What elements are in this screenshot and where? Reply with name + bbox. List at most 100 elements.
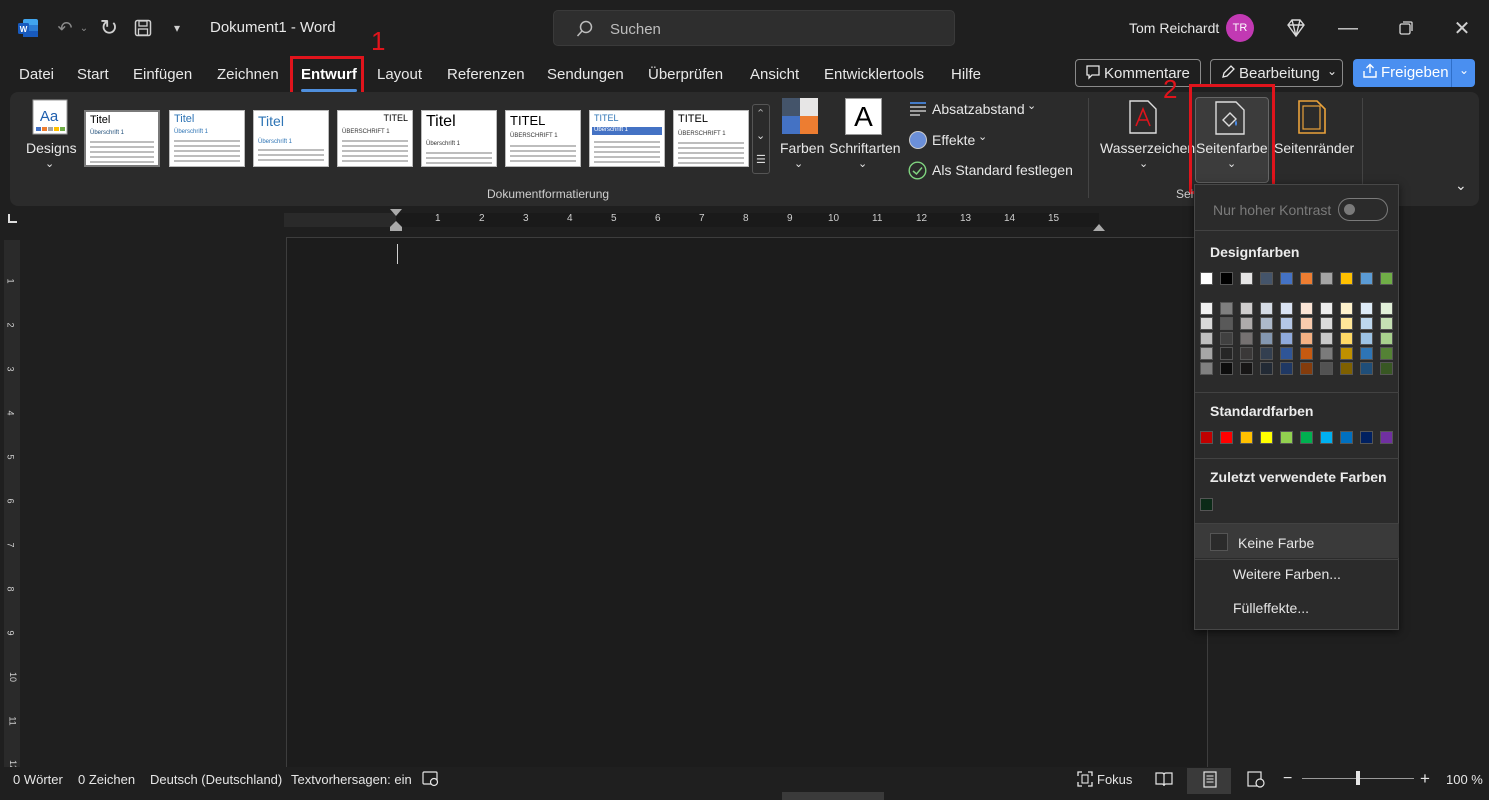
colors-button[interactable]: Farben: [780, 140, 824, 156]
theme-color-swatch[interactable]: [1300, 272, 1313, 285]
share-dropdown-icon[interactable]: ⌄: [1459, 63, 1469, 77]
theme-shade-swatch[interactable]: [1320, 317, 1333, 330]
editing-mode-button[interactable]: Bearbeitung ⌄: [1210, 59, 1343, 87]
theme-shade-swatch[interactable]: [1320, 302, 1333, 315]
theme-color-swatch[interactable]: [1220, 272, 1233, 285]
standard-color-swatch[interactable]: [1340, 431, 1353, 444]
effects-chevron-icon[interactable]: ⌄: [978, 130, 987, 143]
page-borders-button[interactable]: Seitenränder: [1274, 140, 1354, 156]
theme-shade-swatch[interactable]: [1200, 332, 1213, 345]
standard-color-swatch[interactable]: [1220, 431, 1233, 444]
character-count[interactable]: 0 Zeichen: [78, 772, 135, 787]
standard-color-swatch[interactable]: [1240, 431, 1253, 444]
theme-shade-swatch[interactable]: [1280, 317, 1293, 330]
set-as-default-button[interactable]: Als Standard festlegen: [932, 162, 1073, 178]
theme-shade-swatch[interactable]: [1220, 302, 1233, 315]
theme-color-swatch[interactable]: [1360, 272, 1373, 285]
style-gallery-item[interactable]: Titel Überschrift 1: [84, 110, 160, 167]
theme-shade-swatch[interactable]: [1220, 347, 1233, 360]
theme-shade-swatch[interactable]: [1300, 347, 1313, 360]
theme-shade-swatch[interactable]: [1360, 317, 1373, 330]
theme-shade-swatch[interactable]: [1280, 302, 1293, 315]
watermark-button[interactable]: Wasserzeichen: [1100, 140, 1195, 156]
language-indicator[interactable]: Deutsch (Deutschland): [150, 772, 282, 787]
tab-layout[interactable]: Layout: [377, 66, 422, 88]
tab-ansicht[interactable]: Ansicht: [750, 66, 799, 88]
recent-color-swatch[interactable]: [1200, 498, 1213, 511]
standard-color-swatch[interactable]: [1200, 431, 1213, 444]
effects-button[interactable]: Effekte: [932, 132, 975, 148]
paragraph-spacing-chevron-icon[interactable]: ⌄: [1027, 99, 1036, 112]
style-gallery-item[interactable]: Titel Überschrift 1: [169, 110, 245, 167]
theme-shade-swatch[interactable]: [1200, 347, 1213, 360]
share-button[interactable]: Freigeben ⌄: [1353, 59, 1475, 87]
theme-shade-swatch[interactable]: [1340, 362, 1353, 375]
no-color-item[interactable]: Keine Farbe: [1195, 524, 1399, 558]
web-layout-icon[interactable]: [1247, 771, 1265, 791]
zoom-out-icon[interactable]: −: [1283, 770, 1292, 788]
fonts-chevron-icon[interactable]: ⌄: [858, 157, 867, 170]
theme-shade-swatch[interactable]: [1380, 302, 1393, 315]
restore-icon[interactable]: [1394, 16, 1418, 40]
theme-shade-swatch[interactable]: [1360, 302, 1373, 315]
gallery-scroll-up-icon[interactable]: ⌃: [756, 107, 765, 120]
focus-icon[interactable]: [1077, 771, 1093, 790]
theme-shade-swatch[interactable]: [1260, 362, 1273, 375]
standard-color-swatch[interactable]: [1360, 431, 1373, 444]
theme-shade-swatch[interactable]: [1240, 347, 1253, 360]
tab-sendungen[interactable]: Sendungen: [547, 66, 624, 88]
theme-color-swatch[interactable]: [1260, 272, 1273, 285]
indent-marker-icon[interactable]: [389, 208, 403, 237]
style-gallery-item[interactable]: Titel Überschrift 1: [421, 110, 497, 167]
tab-entwicklertools[interactable]: Entwicklertools: [824, 66, 924, 88]
theme-shade-swatch[interactable]: [1260, 332, 1273, 345]
style-gallery-item[interactable]: TITEL Überschrift 1: [589, 110, 665, 167]
standard-color-swatch[interactable]: [1300, 431, 1313, 444]
minimize-icon[interactable]: —: [1336, 16, 1360, 40]
paragraph-spacing-button[interactable]: Absatzabstand: [932, 101, 1025, 117]
customize-toolbar-icon[interactable]: ▾: [168, 16, 186, 40]
zoom-level[interactable]: 100 %: [1446, 772, 1483, 787]
standard-color-swatch[interactable]: [1260, 431, 1273, 444]
theme-shade-swatch[interactable]: [1340, 332, 1353, 345]
theme-shade-swatch[interactable]: [1220, 317, 1233, 330]
theme-shade-swatch[interactable]: [1380, 332, 1393, 345]
gallery-scroll-down-icon[interactable]: ⌄: [756, 129, 765, 142]
right-indent-marker-icon[interactable]: [1092, 219, 1106, 237]
theme-color-swatch[interactable]: [1240, 272, 1253, 285]
style-gallery-item[interactable]: Titel Überschrift 1: [253, 110, 329, 167]
theme-color-swatch[interactable]: [1380, 272, 1393, 285]
zoom-slider-thumb[interactable]: [1356, 771, 1360, 785]
theme-shade-swatch[interactable]: [1380, 317, 1393, 330]
theme-shade-swatch[interactable]: [1340, 317, 1353, 330]
redo-icon[interactable]: ↻: [97, 15, 121, 40]
theme-color-swatch[interactable]: [1340, 272, 1353, 285]
save-icon[interactable]: [132, 16, 154, 40]
close-icon[interactable]: ✕: [1450, 16, 1474, 40]
style-gallery-item[interactable]: TITEL ÜBERSCHRIFT 1: [673, 110, 749, 167]
theme-shade-swatch[interactable]: [1340, 302, 1353, 315]
colors-chevron-icon[interactable]: ⌄: [794, 157, 803, 170]
watermark-chevron-icon[interactable]: ⌄: [1139, 157, 1148, 170]
user-name[interactable]: Tom Reichardt: [1129, 20, 1219, 36]
theme-shade-swatch[interactable]: [1240, 332, 1253, 345]
theme-shade-swatch[interactable]: [1380, 362, 1393, 375]
theme-shade-swatch[interactable]: [1260, 302, 1273, 315]
style-gallery-item[interactable]: TITEL ÜBERSCHRIFT 1: [337, 110, 413, 167]
zoom-in-icon[interactable]: +: [1420, 769, 1430, 789]
document-page[interactable]: [286, 237, 1208, 769]
standard-color-swatch[interactable]: [1320, 431, 1333, 444]
theme-shade-swatch[interactable]: [1260, 317, 1273, 330]
high-contrast-toggle[interactable]: [1338, 198, 1388, 221]
theme-shade-swatch[interactable]: [1280, 347, 1293, 360]
theme-color-swatch[interactable]: [1200, 272, 1213, 285]
style-gallery-item[interactable]: TITEL ÜBERSCHRIFT 1: [505, 110, 581, 167]
theme-shade-swatch[interactable]: [1200, 302, 1213, 315]
undo-dropdown-icon[interactable]: ⌄: [78, 16, 90, 40]
fonts-button[interactable]: Schriftarten: [829, 140, 901, 156]
diamond-icon[interactable]: [1284, 16, 1308, 40]
theme-shade-swatch[interactable]: [1360, 362, 1373, 375]
horizontal-ruler[interactable]: 1 2 3 4 5 6 7 8 9 10 11 12 13 14 15: [284, 213, 1099, 227]
theme-shade-swatch[interactable]: [1280, 362, 1293, 375]
theme-shade-swatch[interactable]: [1320, 362, 1333, 375]
